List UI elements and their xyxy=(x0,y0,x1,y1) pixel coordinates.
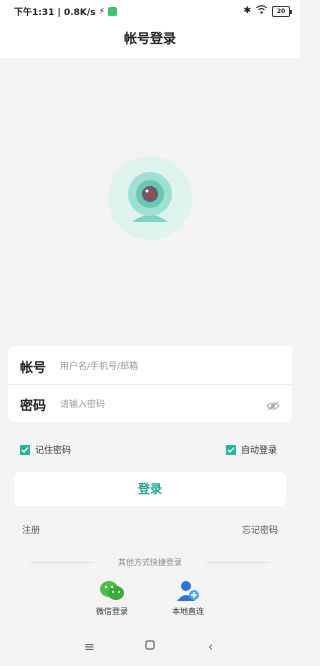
account-label: 帐号 xyxy=(20,361,47,376)
login-form: 帐号 用户名/手机号/邮箱 密码 请输入密码 xyxy=(8,346,292,422)
divider-line-right xyxy=(206,562,270,563)
status-time: 下午1:31 | 0.8K/s xyxy=(14,8,96,18)
system-nav-bar: ≡ ‹ xyxy=(0,630,300,666)
camera-icon xyxy=(108,156,192,240)
home-icon[interactable] xyxy=(145,639,155,654)
other-login-title: 其他方式快捷登录 xyxy=(118,558,182,567)
menu-icon[interactable]: ≡ xyxy=(84,640,95,655)
status-bar: 下午1:31 | 0.8K/s ⚡ ✱ 20 xyxy=(0,0,300,22)
password-row: 密码 请输入密码 xyxy=(8,384,292,422)
local-connect-label: 本地直连 xyxy=(172,607,204,616)
password-input[interactable]: 请输入密码 xyxy=(60,397,105,410)
remember-password-checkbox[interactable]: 记住密码 xyxy=(20,443,71,456)
checkmark-icon xyxy=(20,444,30,455)
back-icon[interactable]: ‹ xyxy=(208,640,213,655)
auto-login-label: 自动登录 xyxy=(241,446,278,456)
login-button[interactable]: 登录 xyxy=(14,472,286,506)
forgot-password-link[interactable]: 忘记密码 xyxy=(242,523,278,536)
bolt-icon: ⚡ xyxy=(98,6,105,17)
eye-icon[interactable] xyxy=(266,396,280,415)
user-add-icon xyxy=(177,581,199,601)
account-input[interactable]: 用户名/手机号/邮箱 xyxy=(60,359,138,372)
status-right: ✱ 20 xyxy=(243,5,292,17)
remember-label: 记住密码 xyxy=(35,446,72,456)
app-icon xyxy=(107,7,117,16)
wifi-icon xyxy=(256,5,267,17)
wechat-login-button[interactable]: 微信登录 xyxy=(82,580,142,617)
register-link[interactable]: 注册 xyxy=(22,523,40,536)
wechat-login-label: 微信登录 xyxy=(96,607,128,616)
divider-line-left xyxy=(30,562,94,563)
wechat-icon xyxy=(100,581,124,600)
password-label: 密码 xyxy=(20,399,47,414)
auto-login-checkbox[interactable]: 自动登录 xyxy=(226,443,277,456)
account-row: 帐号 用户名/手机号/邮箱 xyxy=(8,346,292,385)
battery-icon: 20 xyxy=(272,5,292,17)
bluetooth-icon: ✱ xyxy=(243,6,251,16)
page-title: 帐号登录 xyxy=(0,22,300,58)
checkmark-icon xyxy=(226,444,236,455)
other-login-divider: 其他方式快捷登录 xyxy=(30,557,270,567)
status-left: 下午1:31 | 0.8K/s ⚡ xyxy=(14,5,117,18)
local-connect-button[interactable]: 本地直连 xyxy=(158,580,218,617)
